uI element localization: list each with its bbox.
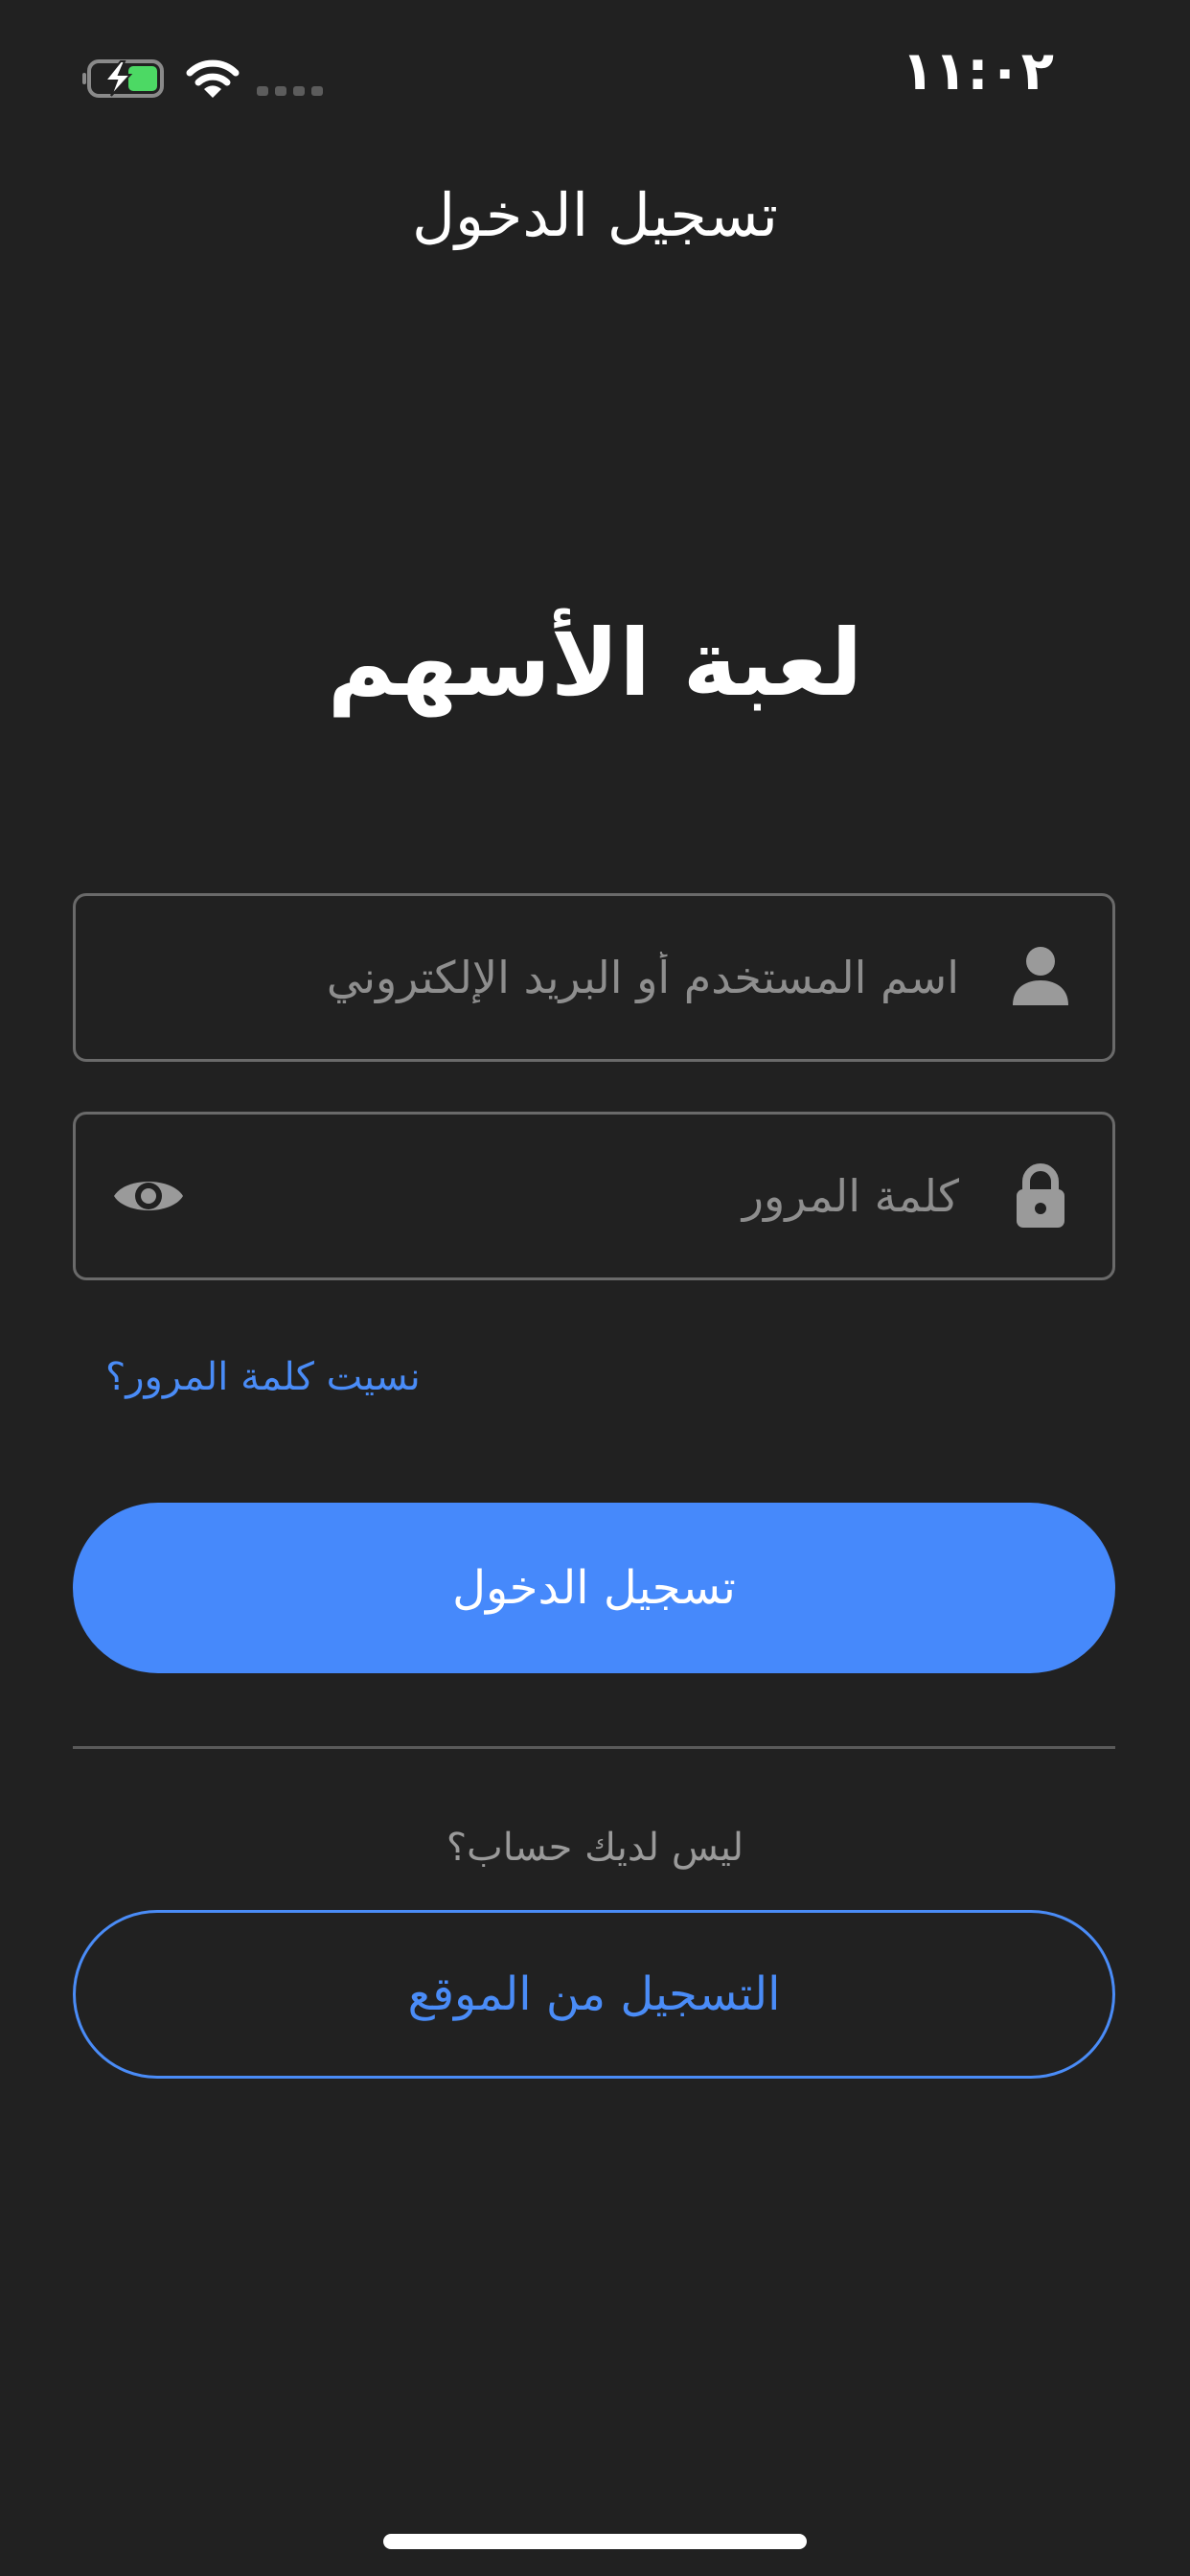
app-title: لعبة الأسهم bbox=[327, 610, 863, 717]
status-bar: ١١:٠٢ bbox=[0, 0, 1190, 144]
login-button[interactable]: تسجيل الدخول bbox=[73, 1503, 1115, 1673]
person-icon bbox=[1013, 947, 1068, 1005]
page-title: تسجيل الدخول bbox=[411, 180, 779, 250]
status-time: ١١:٠٢ bbox=[901, 40, 1054, 103]
wifi-icon bbox=[186, 59, 240, 98]
divider bbox=[73, 1746, 1115, 1749]
home-indicator[interactable] bbox=[383, 2534, 807, 2549]
no-account-text: ليس لديك حساب؟ bbox=[446, 1826, 744, 1870]
username-input[interactable] bbox=[193, 896, 959, 1059]
battery-charging-icon bbox=[82, 59, 164, 98]
lock-icon bbox=[1017, 1163, 1064, 1228]
password-field[interactable] bbox=[73, 1112, 1115, 1280]
password-input[interactable] bbox=[193, 1115, 959, 1277]
register-button[interactable]: التسجيل من الموقع bbox=[73, 1910, 1115, 2079]
forgot-password-link[interactable]: نسيت كلمة المرور؟ bbox=[105, 1355, 421, 1399]
username-field[interactable] bbox=[73, 893, 1115, 1062]
cellular-signal-icon bbox=[257, 86, 323, 96]
eye-icon[interactable] bbox=[112, 1171, 185, 1221]
